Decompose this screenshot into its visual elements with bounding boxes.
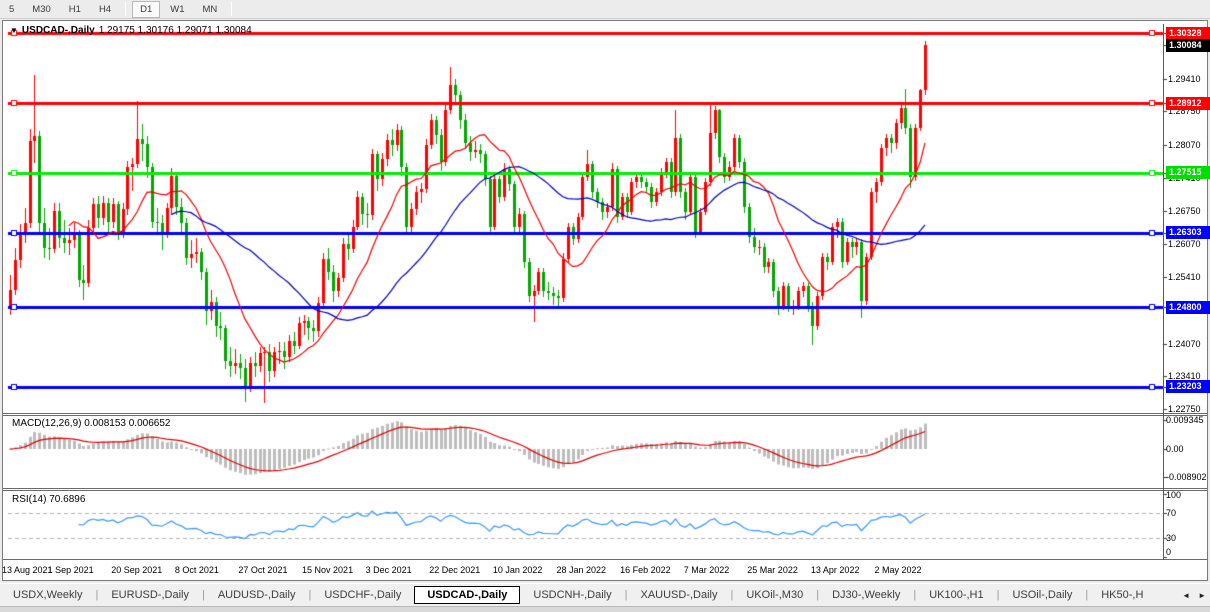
trading-terminal: 5M30H1H4D1W1MN ▼ USDCAD-,Daily 1.29175 1… [0,0,1210,612]
price-axis-tick: 1.26750 [1168,206,1210,217]
price-level-badge: 1.27515 [1166,166,1210,179]
axis-border-line [1163,24,1164,560]
date-axis-label: 8 Oct 2021 [175,565,219,575]
date-axis-label: 20 Sep 2021 [111,565,162,575]
panel-separator[interactable] [3,490,1207,491]
rsi-axis-label: 0 [1166,547,1210,558]
macd-axis-label: 0.009345 [1166,415,1210,426]
date-axis-label: 2 May 2022 [875,565,922,575]
price-axis-tick: 1.28070 [1168,140,1210,151]
panel-separator[interactable] [3,488,1207,489]
rsi-axis-label: 30 [1166,533,1210,544]
date-axis-label: 3 Dec 2021 [366,565,412,575]
date-axis-label: 15 Nov 2021 [302,565,353,575]
date-axis-label: 22 Dec 2021 [429,565,480,575]
date-axis-label: 13 Aug 2021 [2,565,53,575]
rsi-axis-label: 100 [1166,490,1210,501]
date-axis-label: 28 Jan 2022 [556,565,606,575]
price-axis-tick: 1.29410 [1168,74,1210,85]
panel-separator [3,559,1207,560]
chart-title: ▼ USDCAD-,Daily 1.29175 1.30176 1.29071 … [10,25,252,36]
macd-indicator-label: MACD(12,26,9) 0.008153 0.006652 [12,418,170,429]
rsi-axis-label: 70 [1166,508,1210,519]
price-level-badge: 1.26303 [1166,226,1210,239]
chart-symbol-label: USDCAD-,Daily [22,25,95,36]
price-level-badge: 1.23203 [1166,380,1210,393]
panel-separator[interactable] [3,415,1207,416]
date-axis-label: 7 Mar 2022 [684,565,730,575]
date-axis-label: 25 Mar 2022 [747,565,798,575]
price-level-badge: 1.28912 [1166,97,1210,110]
price-chart-canvas[interactable] [0,0,1210,612]
chart-ohlc-values: 1.29175 1.30176 1.29071 1.30084 [99,25,252,36]
macd-axis-label: 0.00 [1166,444,1210,455]
date-axis-label: 10 Jan 2022 [493,565,543,575]
price-axis-tick: 1.26070 [1168,239,1210,250]
date-axis-label: 16 Feb 2022 [620,565,671,575]
date-axis-label: 27 Oct 2021 [238,565,287,575]
price-level-badge: 1.30084 [1166,39,1210,52]
price-axis-tick: 1.24070 [1168,339,1210,350]
chart-dropdown-icon[interactable]: ▼ [10,26,18,35]
price-axis-tick: 1.25410 [1168,272,1210,283]
price-level-badge: 1.24800 [1166,301,1210,314]
macd-axis-label: -0.008902 [1166,472,1210,483]
panel-separator[interactable] [3,413,1207,414]
date-axis-label: 1 Sep 2021 [48,565,94,575]
price-level-badge: 1.30328 [1166,27,1210,40]
rsi-indicator-label: RSI(14) 70.6896 [12,494,85,505]
date-axis-label: 13 Apr 2022 [811,565,860,575]
